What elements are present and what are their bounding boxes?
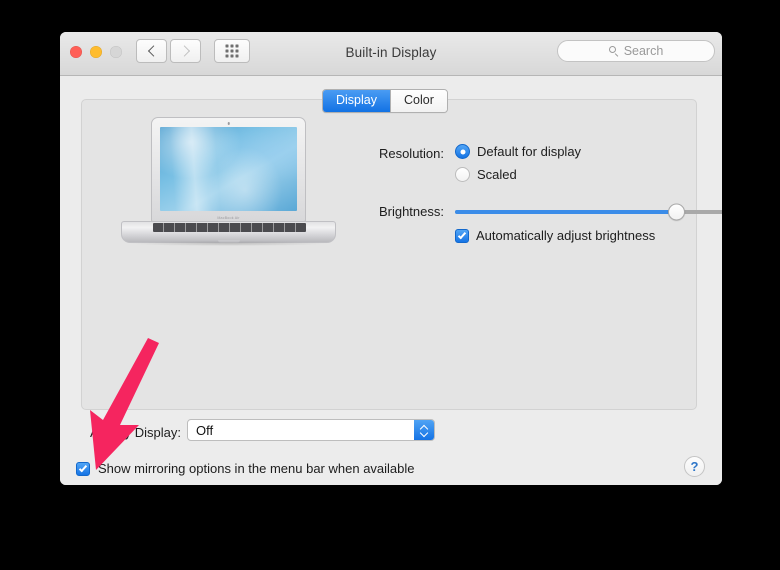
search-icon bbox=[608, 46, 619, 56]
radio-scaled-label: Scaled bbox=[477, 167, 517, 182]
checkbox-icon bbox=[455, 228, 469, 243]
macbook-lid: MacBook Air bbox=[151, 117, 306, 222]
macbook-screen-wallpaper bbox=[160, 127, 297, 211]
radio-scaled[interactable]: Scaled bbox=[455, 167, 517, 182]
tab-color[interactable]: Color bbox=[391, 90, 447, 112]
radio-default-label: Default for display bbox=[477, 144, 582, 159]
macbook-preview-image: MacBook Air bbox=[121, 117, 336, 257]
airplay-selected-value: Off bbox=[196, 423, 214, 438]
auto-brightness-label: Automatically adjust brightness bbox=[476, 228, 656, 243]
camera-icon bbox=[227, 122, 230, 125]
tab-display[interactable]: Display bbox=[323, 90, 391, 112]
system-preferences-window: Built-in Display Search Display Color Ma… bbox=[60, 32, 722, 485]
window-body: Display Color MacBook Air Resolution: De… bbox=[60, 76, 722, 485]
macbook-model-label: MacBook Air bbox=[217, 216, 240, 220]
slider-knob[interactable] bbox=[668, 203, 686, 221]
macbook-shadow bbox=[127, 241, 330, 246]
tab-bar: Display Color bbox=[322, 89, 448, 113]
search-placeholder: Search bbox=[623, 44, 664, 58]
brightness-label: Brightness: bbox=[378, 204, 444, 219]
resolution-label: Resolution: bbox=[378, 146, 444, 161]
auto-brightness-checkbox[interactable]: Automatically adjust brightness bbox=[455, 228, 655, 243]
window-titlebar: Built-in Display Search bbox=[60, 32, 722, 76]
radio-button-icon bbox=[455, 144, 470, 159]
macbook-keyboard bbox=[153, 223, 306, 232]
radio-default-for-display[interactable]: Default for display bbox=[455, 144, 581, 159]
display-settings-panel: MacBook Air Resolution: Default for disp… bbox=[81, 99, 722, 410]
show-mirroring-label: Show mirroring options in the menu bar w… bbox=[98, 461, 415, 476]
checkbox-icon bbox=[76, 461, 90, 476]
help-button[interactable]: ? bbox=[684, 456, 705, 477]
radio-button-icon bbox=[455, 167, 470, 182]
airplay-display-select[interactable]: Off bbox=[187, 419, 435, 441]
chevron-updown-icon bbox=[414, 420, 434, 440]
show-mirroring-checkbox[interactable]: Show mirroring options in the menu bar w… bbox=[76, 461, 415, 476]
slider-fill bbox=[455, 210, 677, 214]
search-input[interactable]: Search bbox=[557, 40, 715, 62]
search-field-inner: Search bbox=[558, 41, 714, 61]
macbook-base bbox=[121, 221, 336, 243]
brightness-slider[interactable] bbox=[455, 203, 722, 221]
airplay-display-label: AirPlay Display: bbox=[89, 425, 181, 440]
